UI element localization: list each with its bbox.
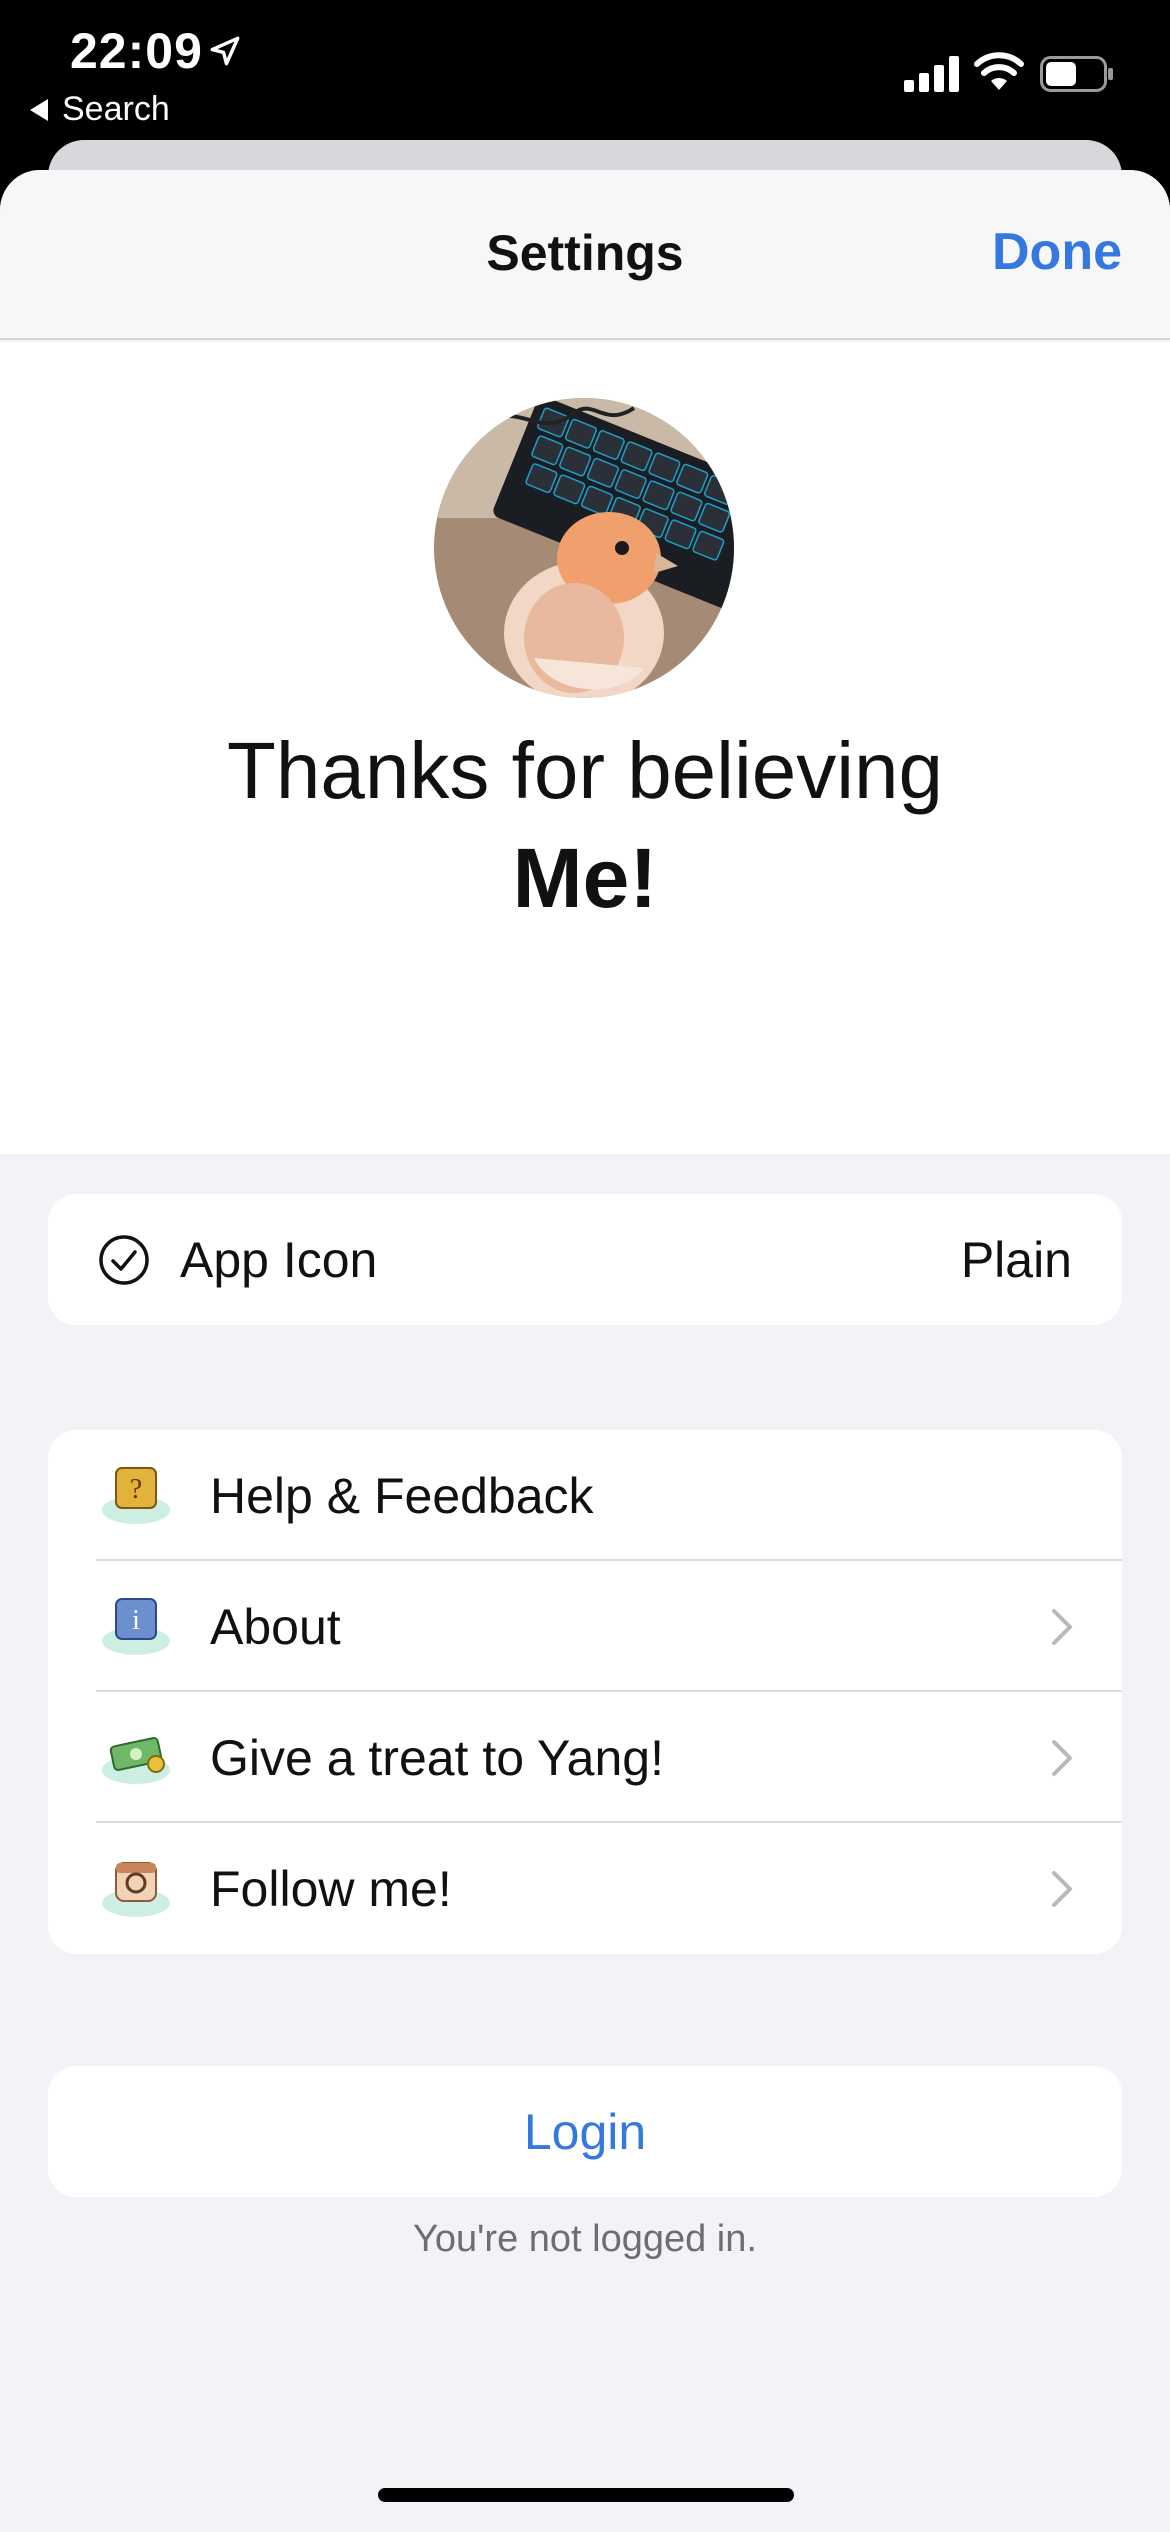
done-button[interactable]: Done [992, 222, 1122, 282]
back-triangle-icon [30, 98, 48, 121]
app-icon-value: Plain [960, 1231, 1072, 1288]
menu-item-help-feedback[interactable]: ? Help & Feedback [48, 1430, 1122, 1561]
menu-item-label: Follow me! [210, 1860, 452, 1917]
login-status-text: You're not logged in. [413, 2218, 757, 2260]
location-arrow-icon [210, 36, 240, 66]
back-search-label: Search [62, 90, 170, 128]
app-icon-card: App Icon Plain [48, 1194, 1122, 1325]
avatar-photo [434, 398, 734, 698]
avatar [434, 398, 734, 698]
wifi-icon [974, 52, 1024, 90]
login-button[interactable]: Login [48, 2066, 1122, 2197]
menu-item-give-treat[interactable]: Give a treat to Yang! [48, 1692, 1122, 1823]
hero-title-line1: Thanks for believing [227, 726, 943, 815]
svg-text:?: ? [130, 1474, 142, 1505]
app-icon-row[interactable]: App Icon Plain [48, 1194, 1122, 1325]
home-indicator[interactable] [378, 2488, 794, 2502]
battery-icon [1040, 56, 1113, 92]
settings-sheet: Settings Done Thanks for believing Me! A… [0, 170, 1170, 2532]
svg-text:i: i [132, 1605, 140, 1636]
menu-item-label: Give a treat to Yang! [210, 1729, 664, 1786]
cellular-signal-icon [904, 56, 959, 92]
login-card: Login [48, 2066, 1122, 2197]
chevron-right-icon [1052, 1740, 1072, 1776]
info-icon: i [102, 1597, 170, 1655]
screen: 22:09 Search Settings Done Thanks for be… [0, 0, 1170, 2532]
hero-title-line2: Me! [512, 831, 658, 925]
nav-bar: Settings Done [0, 170, 1170, 340]
chevron-right-icon [1052, 1871, 1072, 1907]
menu-item-label: Help & Feedback [210, 1467, 594, 1524]
menu-card: ? Help & Feedback i About Give a treat t… [48, 1430, 1122, 1954]
status-time: 22:09 [70, 23, 203, 79]
menu-item-about[interactable]: i About [48, 1561, 1122, 1692]
help-question-icon: ? [102, 1466, 170, 1524]
status-bar: 22:09 Search [0, 0, 1170, 140]
checkmark-circle-icon [99, 1234, 149, 1285]
back-to-search-button[interactable]: Search [30, 90, 170, 129]
menu-item-follow-me[interactable]: Follow me! [48, 1823, 1122, 1954]
instagram-icon [102, 1861, 170, 1917]
menu-item-label: About [210, 1598, 341, 1655]
app-icon-label: App Icon [180, 1231, 378, 1288]
chevron-right-icon [1052, 1609, 1072, 1645]
money-cloud-icon [102, 1736, 170, 1784]
